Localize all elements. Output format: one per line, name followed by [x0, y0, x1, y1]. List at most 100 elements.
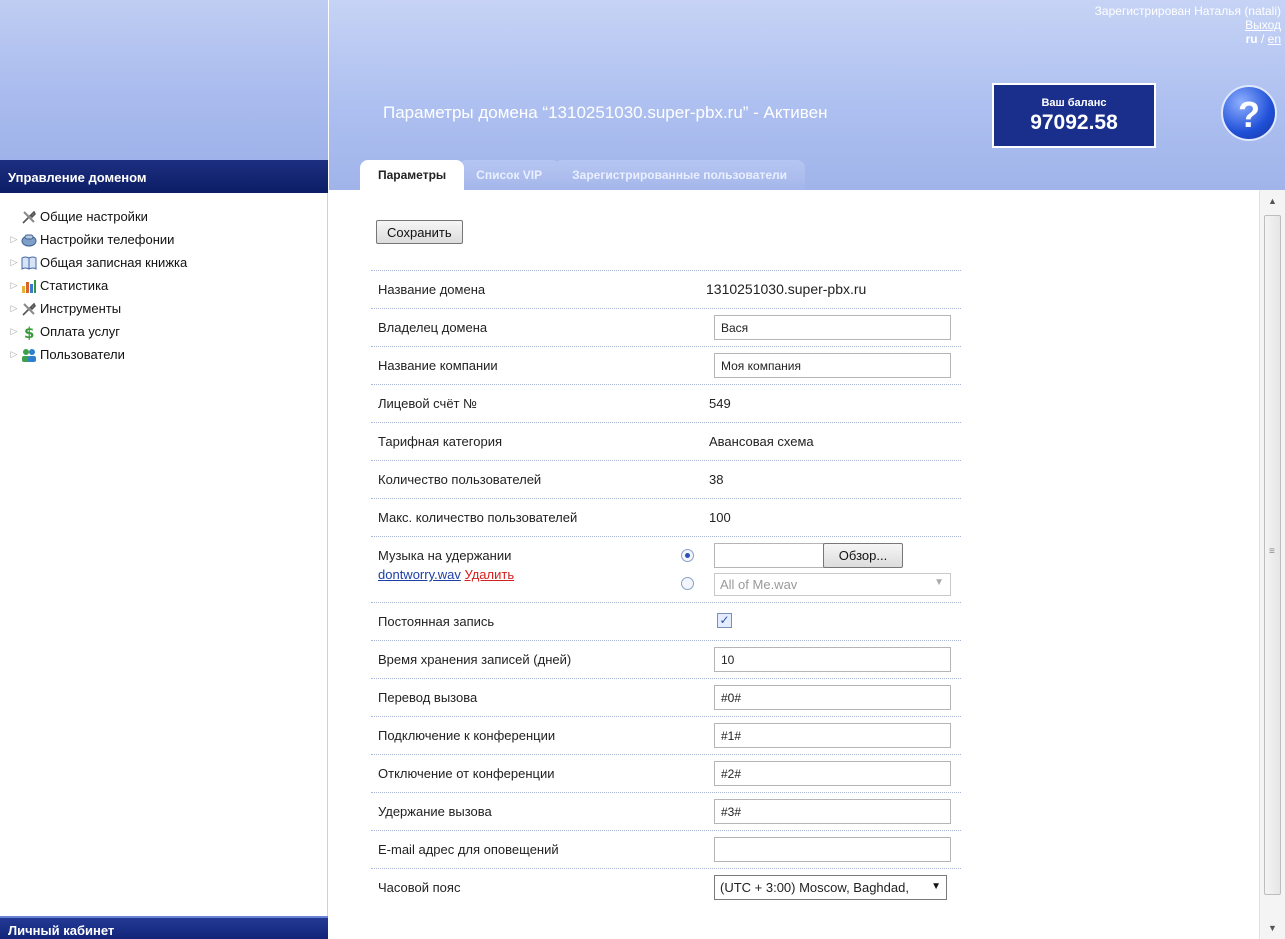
permanent-record-label: Постоянная запись [378, 614, 495, 629]
max-users-label: Макс. количество пользователей [378, 510, 578, 525]
row-timezone: Часовой пояс (UTC + 3:00) Moscow, Baghda… [371, 868, 961, 906]
owner-label: Владелец домена [378, 320, 488, 335]
retention-input[interactable] [714, 647, 951, 672]
hold-music-file-link[interactable]: dontworry.wav [378, 567, 461, 582]
email-label: E-mail адрес для оповещений [378, 842, 559, 857]
svg-text:$: $ [24, 324, 34, 340]
sidebar-item-label: Общая записная книжка [40, 255, 188, 270]
user-box: Зарегистрирован Наталья (natali) Выход r… [1095, 4, 1281, 46]
row-owner: Владелец домена [371, 308, 961, 346]
sidebar-item-label: Пользователи [40, 347, 125, 362]
chart-icon [20, 278, 38, 294]
balance-box: Ваш баланс 97092.58 [992, 83, 1156, 148]
scroll-down-arrow-icon[interactable]: ▼ [1268, 923, 1277, 933]
account-label: Лицевой счёт № [378, 396, 478, 411]
permanent-record-checkbox[interactable]: ✓ [717, 613, 732, 628]
users-count-label: Количество пользователей [378, 472, 542, 487]
help-icon[interactable]: ? [1221, 85, 1277, 141]
sidebar-item-payment[interactable]: ▷ $ Оплата услуг [8, 320, 318, 343]
hold-input[interactable] [714, 799, 951, 824]
timezone-select-value: (UTC + 3:00) Moscow, Baghdad, [720, 880, 909, 895]
hold-music-upload-radio[interactable] [681, 549, 694, 562]
hold-music-delete-link[interactable]: Удалить [464, 567, 514, 582]
hold-label: Удержание вызова [378, 804, 492, 819]
chevron-down-icon: ▼ [931, 881, 941, 892]
sidebar-item-users[interactable]: ▷ Пользователи [8, 343, 318, 366]
hold-music-file-input[interactable] [714, 543, 824, 568]
page-title: Параметры домена “1310251030.super-pbx.r… [383, 103, 828, 122]
hold-music-select[interactable]: All of Me.wav ▼ [714, 573, 951, 596]
logout-link[interactable]: Выход [1245, 18, 1281, 32]
lang-en-link[interactable]: en [1268, 32, 1281, 46]
company-label: Название компании [378, 358, 498, 373]
phone-settings-icon [20, 232, 38, 248]
tab-registered-users[interactable]: Зарегистрированные пользователи [554, 160, 805, 190]
max-users-value: 100 [709, 510, 731, 525]
conf-join-input[interactable] [714, 723, 951, 748]
row-conf-join: Подключение к конференции [371, 716, 961, 754]
scroll-thumb[interactable]: ≡ [1264, 215, 1281, 895]
vertical-scrollbar[interactable]: ▲ ≡ ▼ [1259, 190, 1285, 939]
account-value: 549 [709, 396, 731, 411]
tab-vip-list[interactable]: Список VIP [458, 160, 561, 190]
users-count-value: 38 [709, 472, 724, 487]
sidebar-item-label: Инструменты [40, 301, 122, 316]
save-button[interactable]: Сохранить [376, 220, 463, 244]
timezone-select[interactable]: (UTC + 3:00) Moscow, Baghdad, ▼ [714, 875, 947, 900]
lang-separator: / [1257, 32, 1268, 46]
sidebar-header: Управление доменом [0, 160, 328, 193]
chevron-down-icon: ▼ [934, 577, 944, 588]
grip-icon: ≡ [1269, 546, 1275, 557]
tab-bar: Параметры Список VIP Зарегистрированные … [360, 160, 805, 190]
retention-label: Время хранения записей (дней) [378, 652, 572, 667]
domain-name-label: Название домена [378, 282, 486, 297]
dollar-icon: $ [20, 324, 38, 340]
sidebar-item-label: Настройки телефонии [40, 232, 175, 247]
transfer-input[interactable] [714, 685, 951, 710]
email-input[interactable] [714, 837, 951, 862]
row-max-users: Макс. количество пользователей 100 [371, 498, 961, 536]
row-email: E-mail адрес для оповещений [371, 830, 961, 868]
expand-arrow-icon[interactable]: ▷ [8, 297, 20, 320]
sidebar-item-telephony-settings[interactable]: ▷ Настройки телефонии [8, 228, 318, 251]
hold-music-links: dontworry.wav Удалить [378, 567, 514, 582]
row-tariff: Тарифная категория Авансовая схема [371, 422, 961, 460]
company-input[interactable] [714, 353, 951, 378]
expand-arrow-icon[interactable]: ▷ [8, 343, 20, 366]
transfer-label: Перевод вызова [378, 690, 478, 705]
lang-ru-link[interactable]: ru [1246, 32, 1258, 46]
owner-input[interactable] [714, 315, 951, 340]
book-icon [20, 255, 38, 271]
balance-label: Ваш баланс [1041, 97, 1107, 109]
scroll-up-arrow-icon[interactable]: ▲ [1268, 196, 1277, 206]
sidebar-item-label: Общие настройки [40, 209, 148, 224]
tab-parameters[interactable]: Параметры [360, 160, 465, 190]
row-company: Название компании [371, 346, 961, 384]
browse-button[interactable]: Обзор... [823, 543, 903, 568]
timezone-label: Часовой пояс [378, 880, 461, 895]
domain-name-value: 1310251030.super-pbx.ru [706, 281, 867, 297]
expand-arrow-icon[interactable]: ▷ [8, 274, 20, 297]
expand-arrow-icon[interactable]: ▷ [8, 228, 20, 251]
row-hold-music: Музыка на удержании dontworry.wav Удалит… [371, 536, 961, 602]
tools-icon [20, 301, 38, 317]
hold-music-select-radio[interactable] [681, 577, 694, 590]
domain-params-form: Название домена 1310251030.super-pbx.ru … [371, 270, 961, 906]
sidebar-item-label: Оплата услуг [40, 324, 121, 339]
sidebar-item-general-settings[interactable]: Общие настройки [8, 205, 318, 228]
main-content: Сохранить Название домена 1310251030.sup… [329, 190, 1259, 939]
sidebar: Управление доменом Общие настройки ▷ Нас… [0, 0, 328, 939]
sidebar-item-address-book[interactable]: ▷ Общая записная книжка [8, 251, 318, 274]
expand-arrow-icon[interactable]: ▷ [8, 251, 20, 274]
conf-join-label: Подключение к конференции [378, 728, 556, 743]
sidebar-item-tools[interactable]: ▷ Инструменты [8, 297, 318, 320]
conf-leave-input[interactable] [714, 761, 951, 786]
tools-icon [20, 209, 38, 225]
expand-arrow-icon[interactable]: ▷ [8, 320, 20, 343]
hold-music-label: Музыка на удержании [378, 548, 512, 563]
row-retention: Время хранения записей (дней) [371, 640, 961, 678]
sidebar-item-statistics[interactable]: ▷ Статистика [8, 274, 318, 297]
sidebar-banner [0, 0, 328, 160]
sidebar-footer-personal-cabinet[interactable]: Личный кабинет [0, 916, 328, 939]
tariff-value: Авансовая схема [709, 434, 814, 449]
